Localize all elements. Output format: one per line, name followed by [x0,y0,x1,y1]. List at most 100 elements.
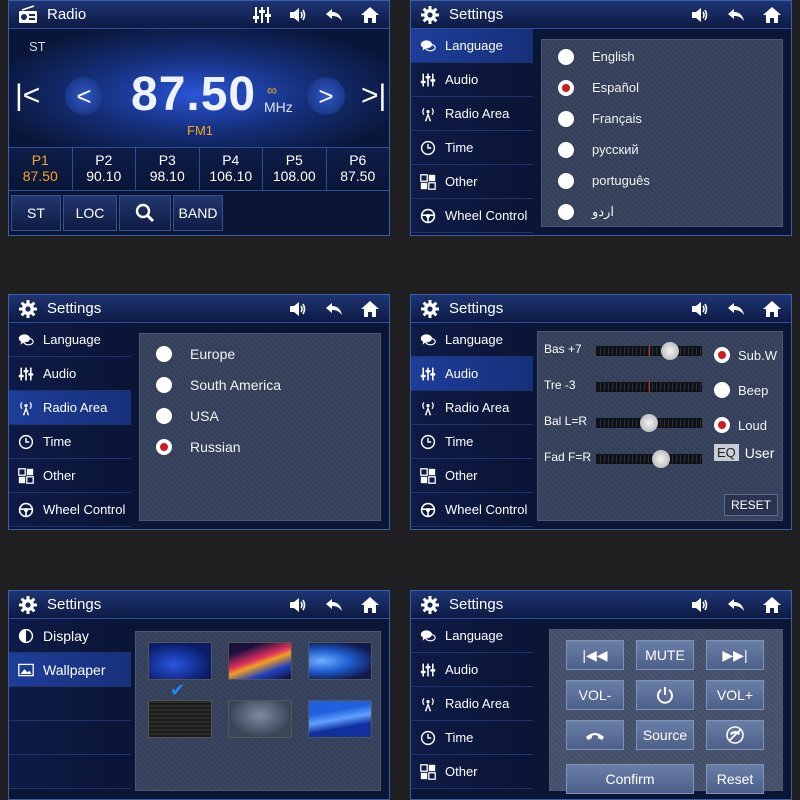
back-icon[interactable] [725,298,747,320]
balance-slider[interactable] [596,414,702,432]
subwoofer-option[interactable]: Sub.W [714,338,777,372]
sidebar-item-wallpaper[interactable]: Wallpaper [9,653,131,687]
region-option[interactable]: Russian [140,431,380,462]
wallpaper-thumb[interactable] [148,700,212,738]
search-button[interactable] [119,195,171,231]
next-station-button[interactable]: >| [361,79,386,113]
prev-track-button[interactable]: |◀◀ [566,640,624,670]
sidebar-item-time[interactable]: Time [9,425,131,459]
power-button[interactable] [636,680,694,710]
volume-icon[interactable] [287,4,309,26]
language-option[interactable]: Français [542,103,782,134]
sidebar-item-other[interactable]: Other [9,459,131,493]
volume-icon[interactable] [689,594,711,616]
back-icon[interactable] [725,594,747,616]
bass-slider[interactable] [596,342,702,360]
sidebar-item-radio-area[interactable]: Radio Area [411,391,533,425]
language-option[interactable]: português [542,165,782,196]
sidebar-item-language[interactable]: Language [9,323,131,357]
preset-button[interactable]: P1 87.50 [9,148,73,190]
radio-button[interactable] [558,172,574,189]
reset-button[interactable]: Reset [706,764,764,794]
home-icon[interactable] [359,4,381,26]
home-icon[interactable] [359,298,381,320]
home-icon[interactable] [359,594,381,616]
wallpaper-thumb[interactable] [308,642,372,680]
home-icon[interactable] [761,594,783,616]
confirm-button[interactable]: Confirm [566,764,694,794]
back-icon[interactable] [725,4,747,26]
sidebar-item-radio-area[interactable]: Radio Area [411,97,533,131]
loc-button[interactable]: LOC [63,195,117,231]
volume-icon[interactable] [689,298,711,320]
radio-button[interactable] [558,48,574,65]
radio-button[interactable] [558,141,574,158]
mute-button[interactable]: MUTE [636,640,694,670]
st-button[interactable]: ST [11,195,61,231]
wallpaper-thumb[interactable] [308,700,372,738]
next-track-button[interactable]: ▶▶| [706,640,764,670]
loud-option[interactable]: Loud [714,408,777,442]
reset-button[interactable]: RESET [723,494,778,516]
prev-station-button[interactable]: |< [15,79,40,113]
beep-toggle[interactable] [714,382,730,398]
language-option[interactable]: Español [542,72,782,103]
fader-slider[interactable] [596,450,702,468]
region-option[interactable]: USA [140,400,380,431]
region-option[interactable]: South America [140,369,380,400]
back-icon[interactable] [323,298,345,320]
wallpaper-thumb[interactable] [228,700,292,738]
eq-selector[interactable]: EQ User [714,444,777,461]
preset-button[interactable]: P4 106.10 [200,148,263,190]
language-option[interactable]: русский [542,134,782,165]
language-option[interactable]: English [542,41,782,72]
volume-icon[interactable] [689,4,711,26]
radio-button[interactable] [558,79,574,96]
radio-button[interactable] [156,438,172,455]
sidebar-item-display[interactable]: Display [9,619,131,653]
sidebar-item-language[interactable]: Language [411,29,533,63]
seek-up-button[interactable]: > [307,77,345,115]
sidebar-item-radio-area[interactable]: Radio Area [411,687,533,721]
phone-button[interactable] [706,720,764,750]
sidebar-item-time[interactable]: Time [411,425,533,459]
preset-button[interactable]: P6 87.50 [327,148,390,190]
home-icon[interactable] [761,298,783,320]
sidebar-item-wheel-control[interactable]: Wheel Control [411,493,533,527]
sidebar-item-other[interactable]: Other [411,459,533,493]
radio-button[interactable] [156,407,172,424]
sidebar-item-audio[interactable]: Audio [411,357,533,391]
wallpaper-thumb[interactable] [228,642,292,680]
sidebar-item-other[interactable]: Other [411,755,533,789]
radio-button[interactable] [558,110,574,127]
sidebar-item-audio[interactable]: Audio [411,653,533,687]
radio-button[interactable] [156,376,172,393]
sidebar-item-language[interactable]: Language [411,323,533,357]
preset-button[interactable]: P3 98.10 [136,148,200,190]
language-option[interactable]: اردو [542,196,782,227]
beep-option[interactable]: Beep [714,372,777,408]
wallpaper-thumb[interactable] [148,642,212,680]
balance-knob[interactable] [640,414,658,432]
radio-button[interactable] [558,203,574,220]
sidebar-item-time[interactable]: Time [411,721,533,755]
preset-button[interactable]: P5 108.00 [263,148,327,190]
back-icon[interactable] [323,4,345,26]
sidebar-item-radio-area[interactable]: Radio Area [9,391,131,425]
source-button[interactable]: Source [636,720,694,750]
sidebar-item-audio[interactable]: Audio [411,63,533,97]
sidebar-item-wheel-control[interactable]: Wheel Control [9,493,131,527]
vol-down-button[interactable]: VOL- [566,680,624,710]
sidebar-item-other[interactable]: Other [411,165,533,199]
sidebar-item-audio[interactable]: Audio [9,357,131,391]
seek-down-button[interactable]: < [65,77,103,115]
sidebar-item-time[interactable]: Time [411,131,533,165]
region-option[interactable]: Europe [140,338,380,369]
fader-knob[interactable] [652,450,671,468]
preset-button[interactable]: P2 90.10 [73,148,136,190]
loud-toggle[interactable] [714,417,730,433]
band-button[interactable]: BAND [173,195,223,231]
vol-up-button[interactable]: VOL+ [706,680,764,710]
volume-icon[interactable] [287,298,309,320]
hang-up-button[interactable] [566,720,624,750]
